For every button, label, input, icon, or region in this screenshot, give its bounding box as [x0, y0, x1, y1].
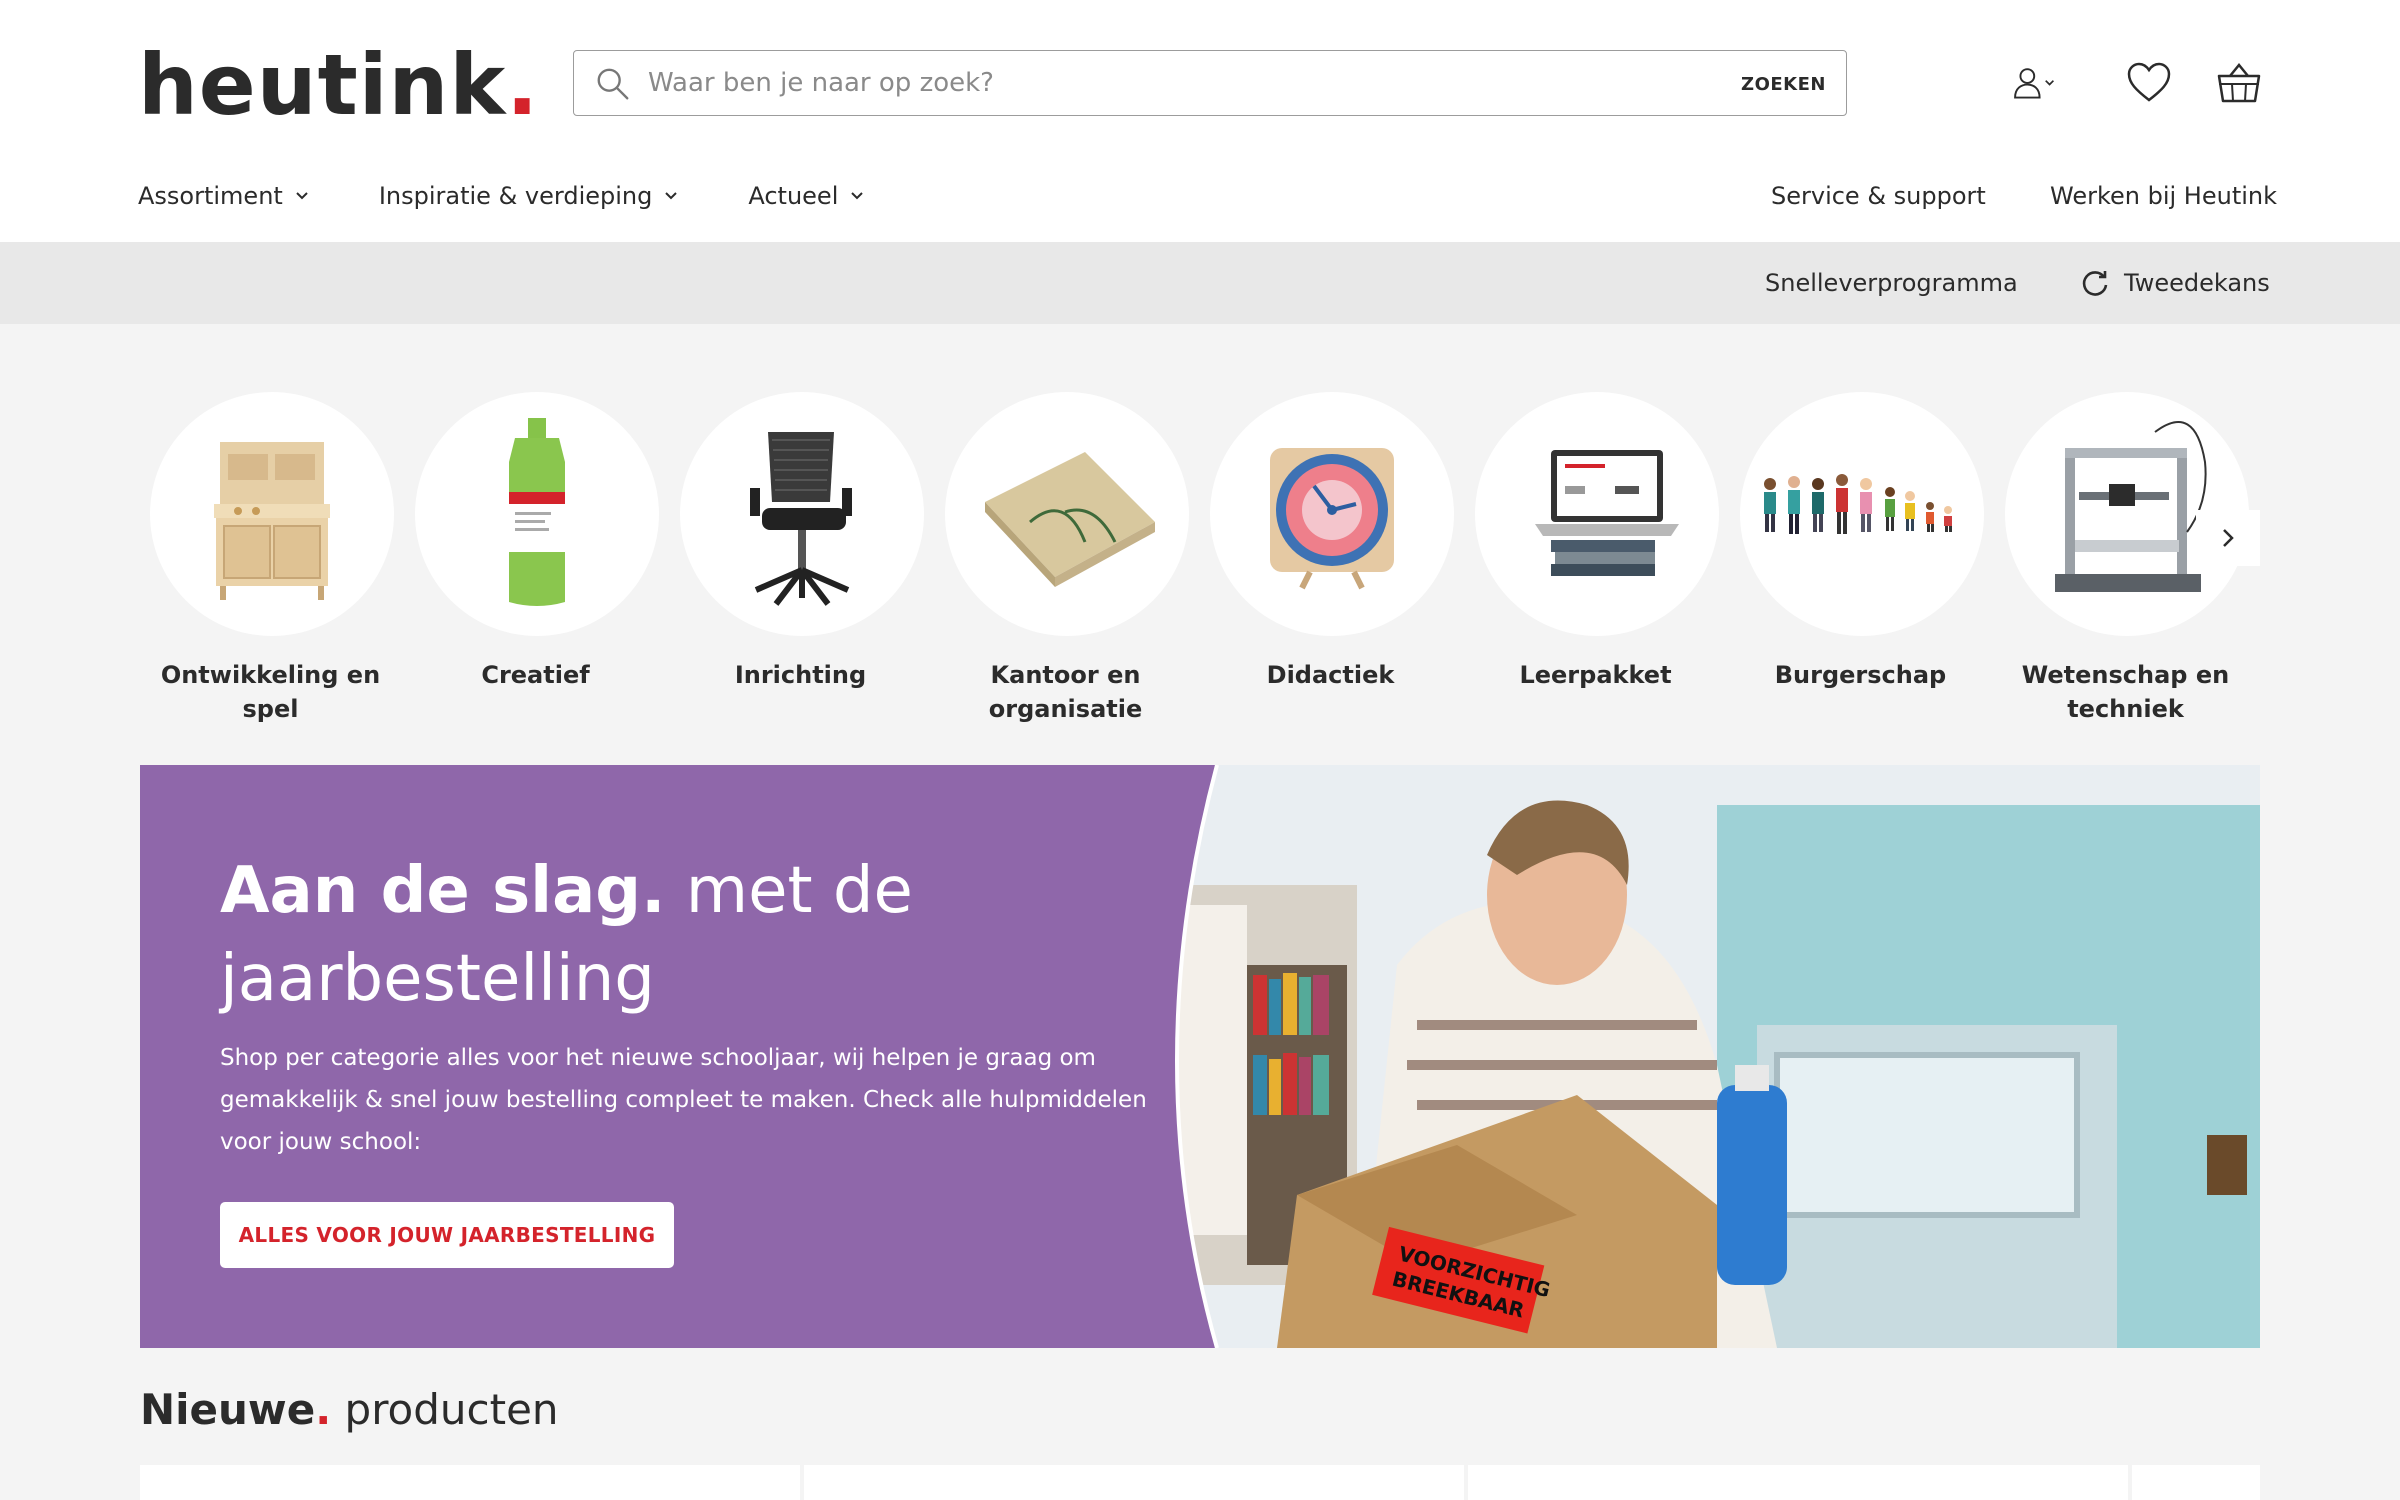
product-card[interactable]: [804, 1465, 1464, 1500]
product-row: [140, 1465, 2260, 1500]
refresh-icon: [2082, 271, 2108, 296]
category-image: [150, 392, 394, 636]
hero-photo: VOORZICHTIGBREEKBAAR: [1175, 765, 2260, 1348]
account-icon[interactable]: [2012, 60, 2058, 106]
category-image: [1740, 392, 1984, 636]
category-image: [680, 392, 924, 636]
hero-banner: VOORZICHTIGBREEKBAAR Aan de slag. met de…: [140, 765, 2260, 1348]
hero-title: Aan de slag. met de jaarbestelling: [220, 854, 913, 1016]
basket-icon[interactable]: [2216, 60, 2262, 106]
chevron-down-icon: [851, 192, 864, 200]
nav-item-actueel[interactable]: Actueel: [748, 176, 866, 216]
chevron-down-icon: [665, 192, 678, 200]
logo[interactable]: heutink.: [138, 40, 539, 130]
chevron-down-icon: [296, 192, 308, 200]
link-snelleverprogramma[interactable]: Snelleverprogramma: [1765, 264, 2018, 302]
main-nav: Assortiment Inspiratie & verdieping Actu…: [138, 176, 934, 216]
search-input[interactable]: [648, 59, 1648, 107]
section-title: Nieuwe. producten: [140, 1385, 559, 1434]
site-header: heutink. ZOEKEN Assortiment Inspiratie &…: [0, 0, 2400, 242]
product-card[interactable]: [140, 1465, 800, 1500]
category-image: [1475, 392, 1719, 636]
carousel-next-button[interactable]: [2196, 510, 2260, 566]
secondary-bar: Snelleverprogramma Tweedekans: [0, 242, 2400, 324]
chevron-right-icon: [2223, 529, 2234, 547]
link-tweedekans[interactable]: Tweedekans: [2080, 264, 2270, 302]
hero-text: Shop per categorie alles voor het nieuwe…: [220, 1045, 1147, 1155]
product-card[interactable]: [1468, 1465, 2128, 1500]
nav-item-inspiratie[interactable]: Inspiratie & verdieping: [379, 176, 681, 216]
category-image: [415, 392, 659, 636]
category-image: [945, 392, 1189, 636]
search-bar: ZOEKEN: [573, 50, 1847, 116]
category-image: [1210, 392, 1454, 636]
nav-link-service[interactable]: Service & support: [1771, 176, 1986, 216]
search-button[interactable]: ZOEKEN: [1741, 67, 1826, 101]
heart-icon[interactable]: [2126, 60, 2172, 106]
jaarbestelling-button[interactable]: ALLES VOOR JOUW JAARBESTELLING: [220, 1202, 674, 1268]
nav-item-assortiment[interactable]: Assortiment: [138, 176, 311, 216]
search-icon: [597, 68, 629, 100]
category-carousel: Ontwikkeling en spel Creatief Inrichting…: [138, 388, 2260, 728]
nav-link-werken[interactable]: Werken bij Heutink: [2050, 176, 2277, 216]
product-card[interactable]: [2132, 1465, 2260, 1500]
